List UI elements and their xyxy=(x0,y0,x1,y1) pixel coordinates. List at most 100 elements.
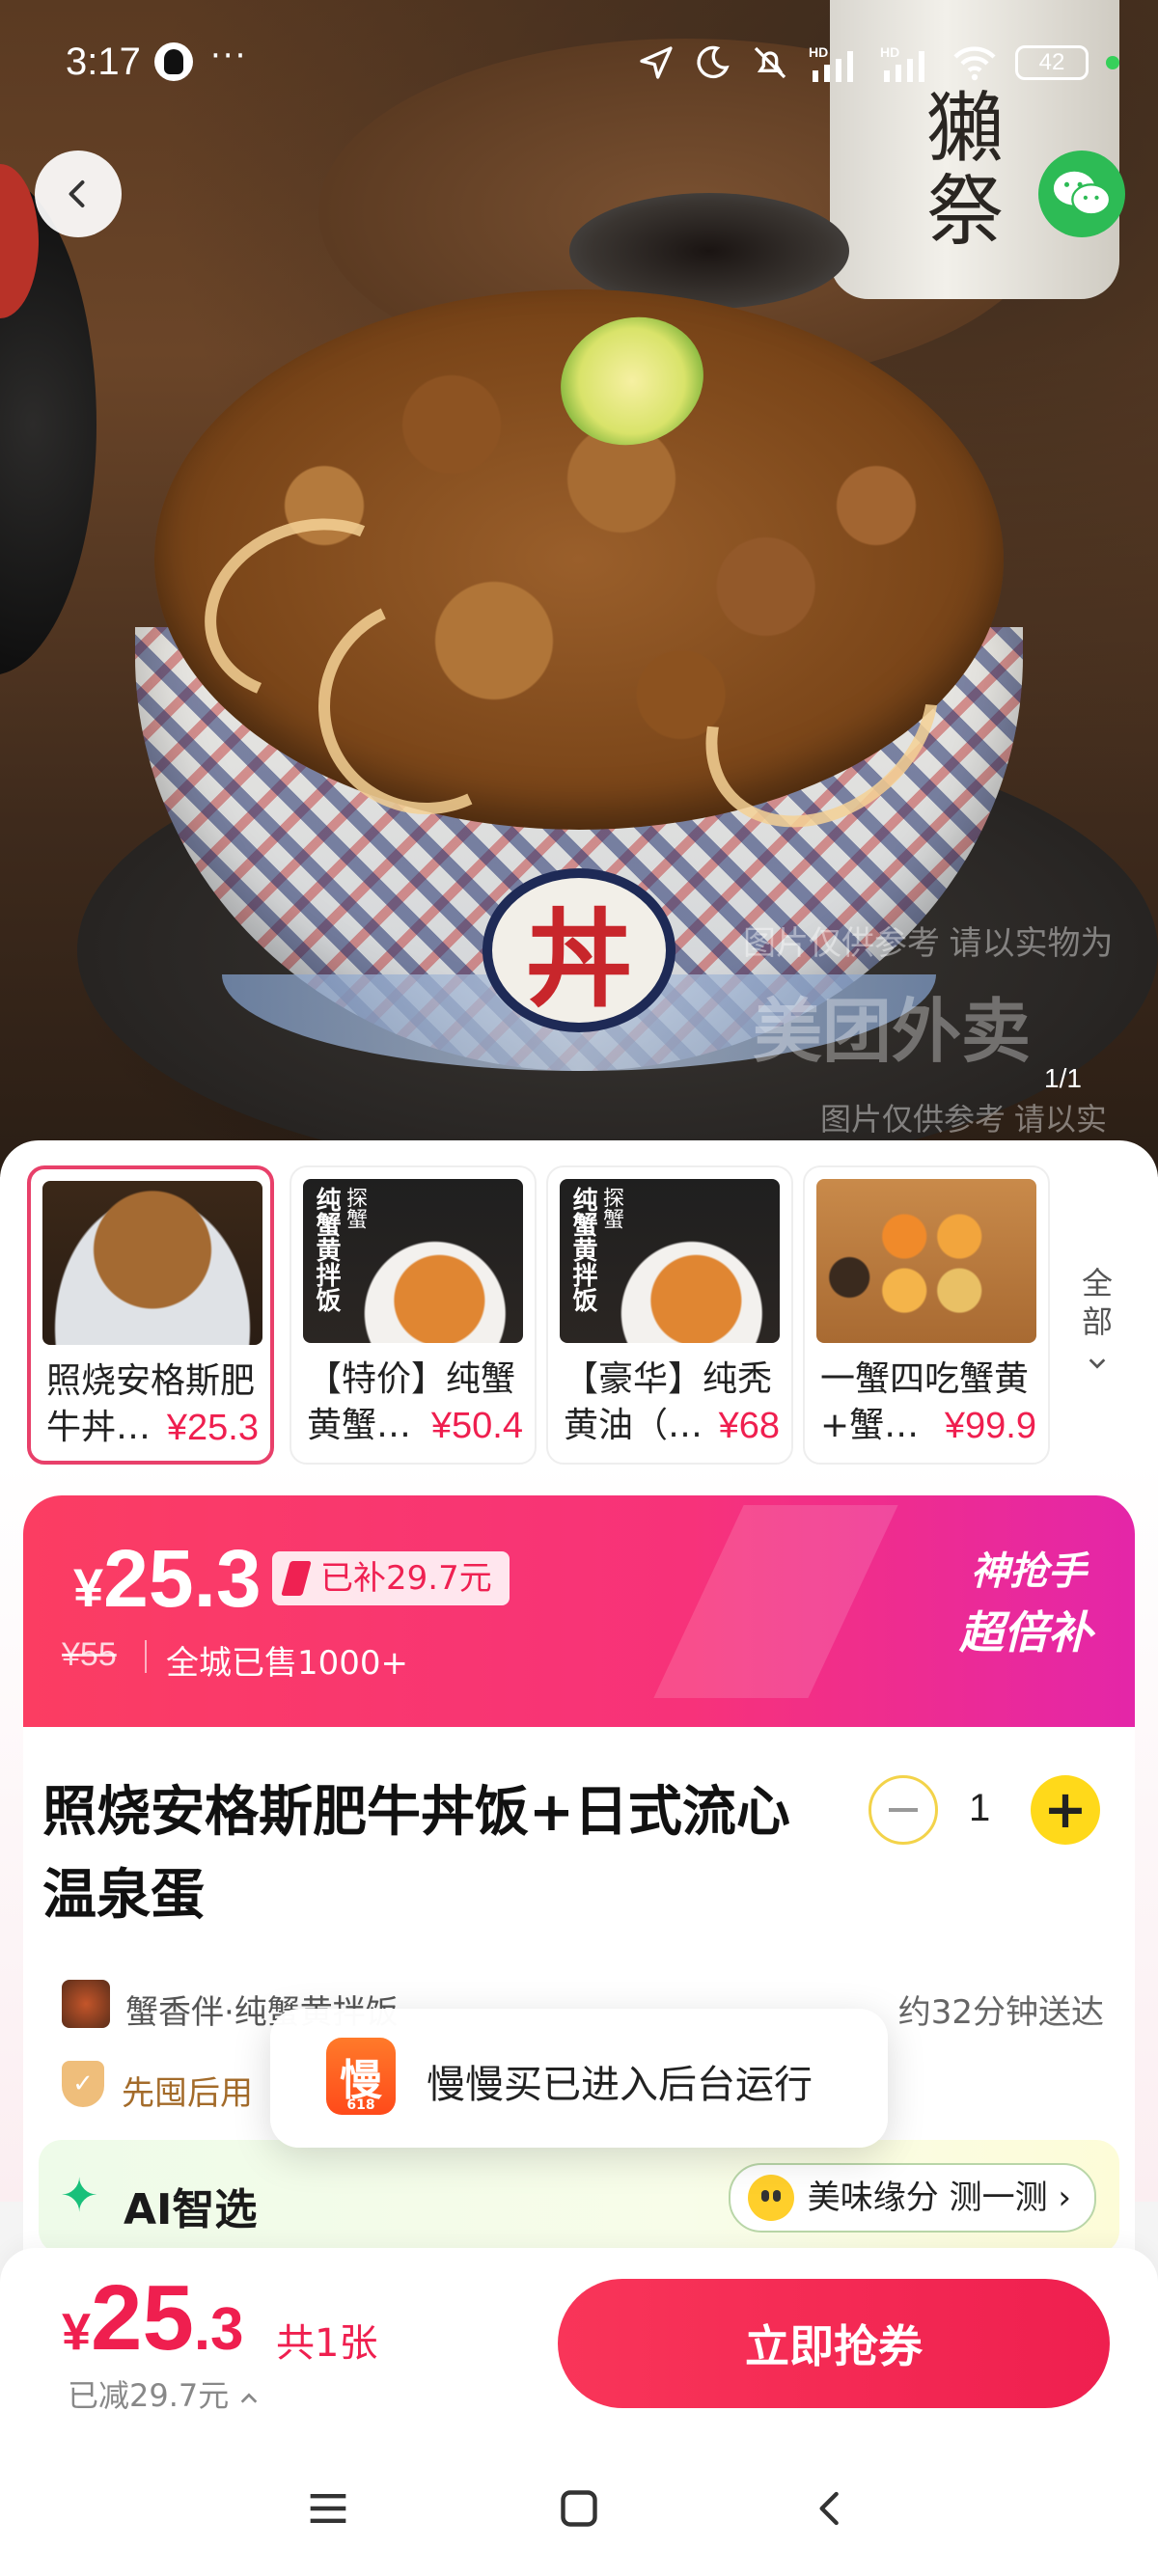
privacy-indicator-icon xyxy=(1106,56,1119,69)
product-hero-image: 獺祭 丼 图片仅供参考 请以实物为 美团外卖 图片仅供参考 请以实 1/1 xyxy=(0,0,1158,1177)
variant-thumb[interactable]: 一蟹四吃蟹黄 +蟹… ¥99.9 xyxy=(803,1165,1050,1465)
status-bar: 3:17 ··· HD HD 42 xyxy=(0,0,1158,131)
bowl-emblem: 丼 xyxy=(482,868,676,1032)
status-icons: HD HD 42 xyxy=(637,39,1119,87)
variant-thumb-image: 纯蟹黄拌饭 探蟹 xyxy=(560,1179,780,1343)
all-variants-button[interactable]: 全部 xyxy=(1073,1264,1121,1380)
coupon-count: 共1张 xyxy=(276,2321,378,2366)
toast-message: 慢慢买已进入后台运行 xyxy=(427,2063,813,2107)
battery-icon: 42 xyxy=(1015,45,1089,80)
discount-amount: 已减29.7元 xyxy=(68,2377,230,2414)
variant-thumb-price: ¥99.9 xyxy=(944,1406,1036,1446)
price-banner: ¥25.3 已补29.7元 ¥55 全城已售1000+ 神抢手 超倍补 xyxy=(23,1495,1135,1727)
sparkle-icon: ✦ xyxy=(60,2169,99,2223)
chevron-left-icon xyxy=(69,180,85,207)
background-run-toast: 慢 618 慢慢买已进入后台运行 xyxy=(270,2009,888,2148)
image-caption: 纯蟹黄拌饭 xyxy=(312,1187,341,1312)
moon-icon xyxy=(697,45,730,79)
wechat-icon xyxy=(1053,171,1112,216)
variant-thumb-subtitle: 黄蟹… xyxy=(307,1406,412,1445)
wifi-icon xyxy=(953,46,996,81)
signal-hd-icon: HD xyxy=(809,44,853,82)
quantity-value: 1 xyxy=(969,1787,991,1829)
original-price: ¥55 xyxy=(62,1636,117,1673)
total-price: ¥25.3 xyxy=(62,2265,244,2371)
chevron-up-icon xyxy=(241,2393,258,2403)
wechat-share-button[interactable] xyxy=(1038,151,1125,237)
quantity-increase-button[interactable]: + xyxy=(1031,1775,1100,1845)
variant-thumbnails: 照烧安格斯肥 牛丼… ¥25.3 纯蟹黄拌饭 探蟹 【特价】纯蟹 黄蟹… ¥50… xyxy=(27,1165,1158,1470)
variant-thumb-title: 一蟹四吃蟹黄 xyxy=(820,1359,1030,1399)
delivery-time: 约32分钟送达 xyxy=(897,1993,1104,2032)
variant-thumb-title: 照烧安格斯肥 xyxy=(46,1361,256,1401)
subsidy-badge: 已补29.7元 xyxy=(272,1551,510,1605)
variant-thumb-image: 纯蟹黄拌饭 探蟹 xyxy=(303,1179,523,1343)
deal-price: ¥25.3 xyxy=(73,1532,262,1626)
watermark-logo: 美团外卖 xyxy=(753,994,1032,1071)
shield-check-icon: ✓ xyxy=(62,2061,104,2107)
image-counter: 1/1 xyxy=(1044,1063,1082,1093)
variant-thumb[interactable]: 照烧安格斯肥 牛丼… ¥25.3 xyxy=(27,1165,274,1465)
variant-thumb-price: ¥68 xyxy=(718,1406,780,1446)
back-arrow-icon xyxy=(819,2491,839,2526)
ai-pick-strip: ✦ AI智选 美味缘分 测一测 › xyxy=(39,2140,1119,2254)
nav-menu-button[interactable] xyxy=(299,2480,357,2537)
discount-detail-toggle[interactable]: 已减29.7元 xyxy=(68,2371,260,2416)
variant-thumb[interactable]: 纯蟹黄拌饭 探蟹 【豪华】纯秃 黄油（… ¥68 xyxy=(546,1165,793,1465)
store-logo xyxy=(62,1980,110,2028)
back-button[interactable] xyxy=(35,151,122,237)
variant-thumb[interactable]: 纯蟹黄拌饭 探蟹 【特价】纯蟹 黄蟹… ¥50.4 xyxy=(290,1165,537,1465)
location-icon xyxy=(640,46,673,79)
svg-text:HD: HD xyxy=(880,44,899,60)
nav-back-button[interactable] xyxy=(801,2480,859,2537)
mute-icon xyxy=(754,46,786,79)
image-caption: 探蟹 xyxy=(343,1187,367,1229)
ai-pick-title: AI智选 xyxy=(124,2185,258,2234)
variant-thumb-subtitle: 牛丼… xyxy=(46,1408,152,1447)
system-nav-bar xyxy=(0,2441,1158,2576)
variant-thumb-subtitle: 黄油（… xyxy=(564,1406,703,1445)
currency-symbol: ¥ xyxy=(62,2303,92,2361)
variant-thumb-title: 【特价】纯蟹 xyxy=(307,1359,516,1399)
clock: 3:17 xyxy=(66,41,141,83)
svg-text:HD: HD xyxy=(809,44,828,60)
nav-home-button[interactable] xyxy=(550,2480,608,2537)
taste-match-button[interactable]: 美味缘分 测一测 › xyxy=(728,2163,1096,2233)
variant-thumb-price: ¥25.3 xyxy=(166,1408,259,1448)
chevron-down-icon xyxy=(1089,1358,1106,1369)
quantity-decrease-button[interactable] xyxy=(868,1775,938,1845)
app-icon-badge: 618 xyxy=(346,2097,375,2113)
smiley-icon xyxy=(747,2175,794,2221)
chevron-right-icon: › xyxy=(1058,2179,1071,2217)
variant-thumb-title: 【豪华】纯秃 xyxy=(564,1359,773,1399)
watermark-text: 图片仅供参考 请以实 xyxy=(820,1102,1107,1137)
lightning-decoration xyxy=(653,1505,898,1698)
service-tag-label: 先囤后用 xyxy=(122,2074,253,2113)
qq-notification-icon xyxy=(154,42,193,81)
currency-symbol: ¥ xyxy=(73,1557,104,1618)
variant-thumb-image xyxy=(42,1181,262,1345)
variant-thumb-subtitle: +蟹… xyxy=(820,1406,920,1445)
buy-coupon-button[interactable]: 立即抢券 xyxy=(558,2279,1110,2408)
more-notifications-icon: ··· xyxy=(210,37,248,75)
promo-label-2: 超倍补 xyxy=(959,1606,1092,1658)
all-variants-label: 全部 xyxy=(1081,1265,1113,1340)
image-caption: 探蟹 xyxy=(599,1187,623,1229)
image-caption: 纯蟹黄拌饭 xyxy=(568,1187,597,1312)
watermark-text: 图片仅供参考 请以实物为 xyxy=(743,925,1114,962)
variant-thumb-price: ¥50.4 xyxy=(430,1406,523,1446)
total-price-integer: 25 xyxy=(91,2266,194,2370)
promo-label: 神抢手 xyxy=(971,1549,1087,1594)
signal-hd-icon-2: HD xyxy=(880,44,924,82)
total-price-decimal: .3 xyxy=(193,2296,244,2363)
square-icon xyxy=(561,2490,597,2527)
deal-price-value: 25.3 xyxy=(103,1533,262,1624)
product-title: 照烧安格斯肥牛丼饭+日式流心温泉蛋 xyxy=(42,1781,790,1927)
taste-match-label: 美味缘分 测一测 xyxy=(807,2179,1048,2217)
divider xyxy=(145,1640,147,1673)
manmanmai-app-icon: 慢 618 xyxy=(326,2038,396,2115)
variant-thumb-image xyxy=(816,1179,1036,1343)
menu-icon xyxy=(310,2493,346,2524)
sold-count: 全城已售1000+ xyxy=(166,1644,409,1683)
minus-icon xyxy=(889,1808,918,1812)
